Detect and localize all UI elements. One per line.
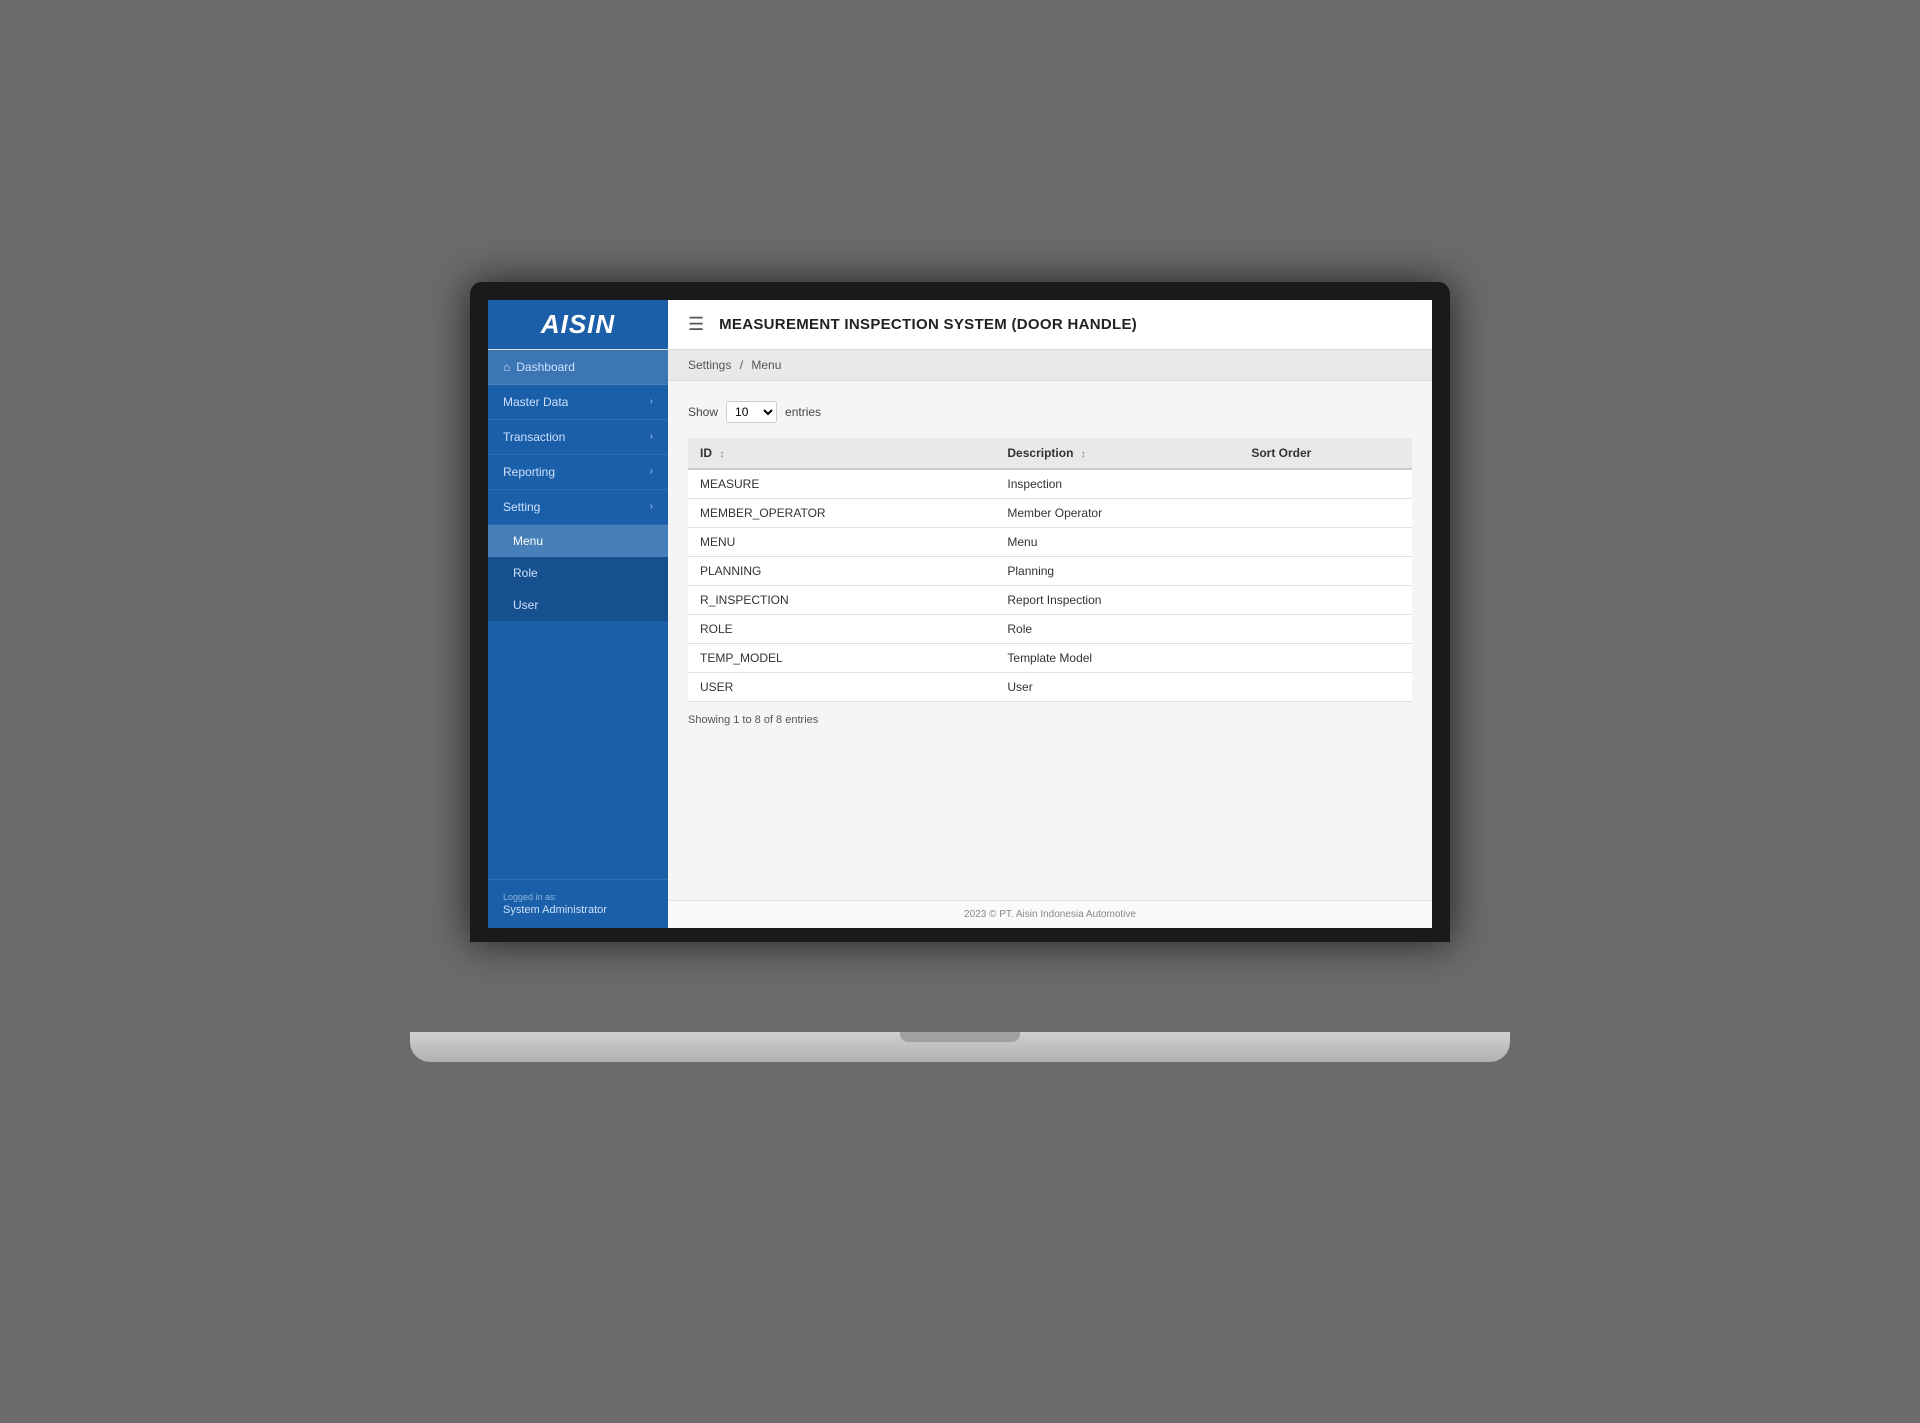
chevron-right-icon: › bbox=[650, 396, 653, 407]
laptop-wrapper: AISIN ☰ MEASUREMENT INSPECTION SYSTEM (D… bbox=[410, 282, 1510, 1062]
sidebar-subitem-menu[interactable]: Menu bbox=[488, 525, 668, 557]
cell-description: Inspection bbox=[995, 469, 1239, 499]
sidebar-setting-label: Setting bbox=[503, 500, 540, 514]
cell-description: Member Operator bbox=[995, 498, 1239, 527]
col-sortorder-label: Sort Order bbox=[1251, 446, 1311, 460]
subitem-user-label: User bbox=[513, 598, 538, 612]
sidebar-transaction-label: Transaction bbox=[503, 430, 565, 444]
entries-select[interactable]: 10 25 50 100 bbox=[726, 401, 777, 423]
chevron-right-icon: › bbox=[650, 431, 653, 442]
table-row: ROLE Role bbox=[688, 614, 1412, 643]
col-id-label: ID bbox=[700, 446, 712, 460]
table-row: USER User bbox=[688, 672, 1412, 701]
logo-area: AISIN bbox=[488, 300, 668, 349]
cell-id: R_INSPECTION bbox=[688, 585, 995, 614]
cell-id: MEMBER_OPERATOR bbox=[688, 498, 995, 527]
laptop-base bbox=[410, 1032, 1510, 1062]
dashboard-icon: ⌂ bbox=[503, 360, 510, 374]
sidebar-footer: Logged in as: System Administrator bbox=[488, 879, 668, 928]
laptop-notch bbox=[900, 1032, 1020, 1042]
table-row: TEMP_MODEL Template Model bbox=[688, 643, 1412, 672]
sidebar-item-master-data[interactable]: Master Data › bbox=[488, 385, 668, 420]
cell-description: Template Model bbox=[995, 643, 1239, 672]
sidebar-masterdata-label: Master Data bbox=[503, 395, 568, 409]
cell-sort-order bbox=[1239, 527, 1412, 556]
cell-sort-order bbox=[1239, 672, 1412, 701]
app-header: AISIN ☰ MEASUREMENT INSPECTION SYSTEM (D… bbox=[488, 300, 1432, 350]
sidebar: ⌂ Dashboard Master Data › Transaction › bbox=[488, 350, 668, 928]
cell-sort-order bbox=[1239, 614, 1412, 643]
sort-icon-id: ↕ bbox=[719, 449, 724, 460]
subitem-role-label: Role bbox=[513, 566, 538, 580]
sidebar-subitem-role[interactable]: Role bbox=[488, 557, 668, 589]
screen-bezel: AISIN ☰ MEASUREMENT INSPECTION SYSTEM (D… bbox=[470, 282, 1450, 942]
cell-sort-order bbox=[1239, 469, 1412, 499]
breadcrumb-current: Menu bbox=[751, 358, 781, 372]
cell-description: Report Inspection bbox=[995, 585, 1239, 614]
sidebar-item-setting[interactable]: Setting › bbox=[488, 490, 668, 525]
sidebar-dashboard-label: Dashboard bbox=[516, 360, 653, 374]
sort-icon-description: ↕ bbox=[1081, 449, 1086, 460]
app-title: MEASUREMENT INSPECTION SYSTEM (DOOR HAND… bbox=[719, 316, 1137, 333]
col-description[interactable]: Description ↕ bbox=[995, 438, 1239, 469]
header-right: ☰ MEASUREMENT INSPECTION SYSTEM (DOOR HA… bbox=[668, 314, 1432, 335]
col-sort-order[interactable]: Sort Order bbox=[1239, 438, 1412, 469]
page-footer: 2023 © PT. Aisin Indonesia Automotive bbox=[668, 900, 1432, 928]
cell-id: TEMP_MODEL bbox=[688, 643, 995, 672]
subitem-menu-label: Menu bbox=[513, 534, 543, 548]
cell-id: ROLE bbox=[688, 614, 995, 643]
sidebar-item-transaction[interactable]: Transaction › bbox=[488, 420, 668, 455]
table-row: MEMBER_OPERATOR Member Operator bbox=[688, 498, 1412, 527]
entries-label: entries bbox=[785, 405, 821, 419]
cell-sort-order bbox=[1239, 556, 1412, 585]
hamburger-icon[interactable]: ☰ bbox=[688, 314, 704, 335]
copyright: 2023 © PT. Aisin Indonesia Automotive bbox=[964, 909, 1136, 920]
cell-sort-order bbox=[1239, 498, 1412, 527]
table-body: MEASURE Inspection MEMBER_OPERATOR Membe… bbox=[688, 469, 1412, 702]
screen: AISIN ☰ MEASUREMENT INSPECTION SYSTEM (D… bbox=[488, 300, 1432, 928]
table-row: R_INSPECTION Report Inspection bbox=[688, 585, 1412, 614]
table-footer: Showing 1 to 8 of 8 entries bbox=[688, 714, 1412, 726]
chevron-right-icon: › bbox=[650, 501, 653, 512]
cell-description: User bbox=[995, 672, 1239, 701]
table-header-row: ID ↕ Description ↕ Sort Order bbox=[688, 438, 1412, 469]
cell-id: MENU bbox=[688, 527, 995, 556]
show-entries: Show 10 25 50 100 entries bbox=[688, 401, 1412, 423]
cell-id: PLANNING bbox=[688, 556, 995, 585]
cell-sort-order bbox=[1239, 585, 1412, 614]
show-label: Show bbox=[688, 405, 718, 419]
admin-name: System Administrator bbox=[503, 904, 653, 916]
cell-description: Menu bbox=[995, 527, 1239, 556]
cell-id: USER bbox=[688, 672, 995, 701]
table-row: MEASURE Inspection bbox=[688, 469, 1412, 499]
sidebar-reporting-label: Reporting bbox=[503, 465, 555, 479]
sidebar-item-reporting[interactable]: Reporting › bbox=[488, 455, 668, 490]
content-area: Settings / Menu Show 10 25 50 bbox=[668, 350, 1432, 928]
logged-as-label: Logged in as: bbox=[503, 892, 653, 902]
breadcrumb: Settings / Menu bbox=[668, 350, 1432, 381]
cell-sort-order bbox=[1239, 643, 1412, 672]
col-description-label: Description bbox=[1007, 446, 1073, 460]
cell-description: Planning bbox=[995, 556, 1239, 585]
table-row: MENU Menu bbox=[688, 527, 1412, 556]
cell-description: Role bbox=[995, 614, 1239, 643]
col-id[interactable]: ID ↕ bbox=[688, 438, 995, 469]
chevron-right-icon: › bbox=[650, 466, 653, 477]
sidebar-item-dashboard[interactable]: ⌂ Dashboard bbox=[488, 350, 668, 385]
breadcrumb-parent: Settings bbox=[688, 358, 731, 372]
sidebar-subitem-user[interactable]: User bbox=[488, 589, 668, 621]
breadcrumb-separator: / bbox=[740, 358, 743, 372]
table-row: PLANNING Planning bbox=[688, 556, 1412, 585]
data-table: ID ↕ Description ↕ Sort Order bbox=[688, 438, 1412, 702]
sidebar-nav: ⌂ Dashboard Master Data › Transaction › bbox=[488, 350, 668, 621]
table-summary: Showing 1 to 8 of 8 entries bbox=[688, 714, 818, 726]
cell-id: MEASURE bbox=[688, 469, 995, 499]
logo: AISIN bbox=[541, 309, 615, 340]
page-content: Show 10 25 50 100 entries bbox=[668, 381, 1432, 900]
main-content: ⌂ Dashboard Master Data › Transaction › bbox=[488, 350, 1432, 928]
